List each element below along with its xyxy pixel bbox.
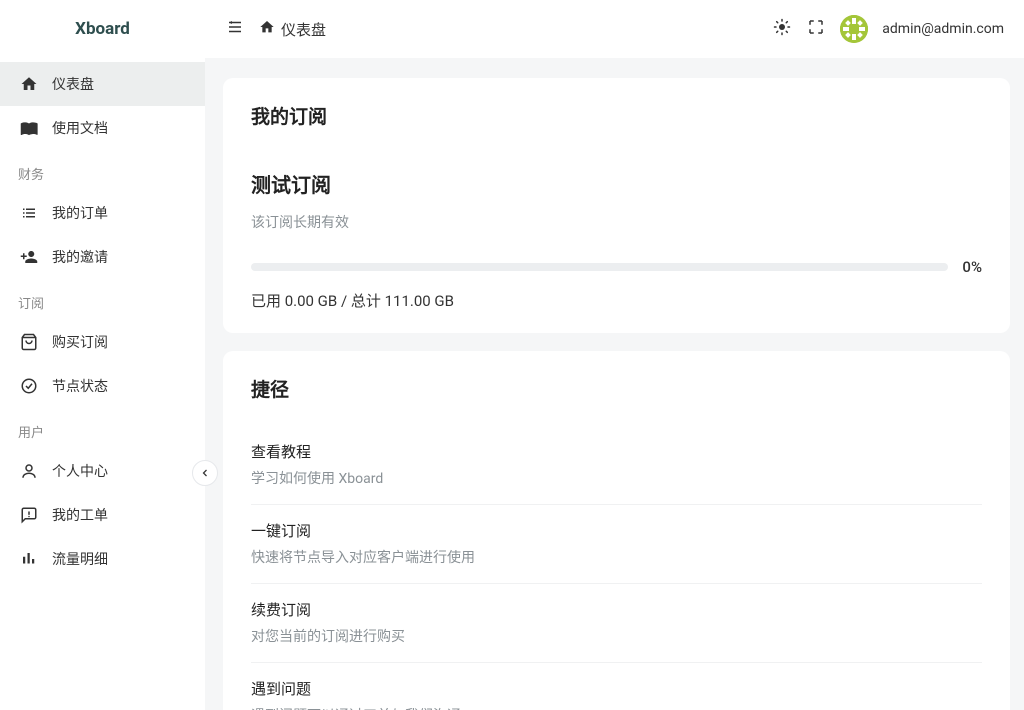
sidebar-item-label: 购买订阅: [52, 332, 108, 352]
subscription-card-title: 我的订阅: [251, 102, 982, 129]
subscription-card: 我的订阅 测试订阅 该订阅长期有效 0% 已用 0.00 GB / 总计 111…: [223, 78, 1010, 333]
sidebar-item-node-status[interactable]: 节点状态: [0, 364, 205, 408]
sidebar-item-profile[interactable]: 个人中心: [0, 449, 205, 493]
shortcut-title: 续费订阅: [251, 599, 982, 620]
shortcut-title: 遇到问题: [251, 678, 982, 699]
usage-text: 已用 0.00 GB / 总计 111.00 GB: [251, 290, 982, 311]
brand-logo: Xboard: [0, 0, 205, 58]
sidebar: Xboard 仪表盘 使用文档 财务 我的订单: [0, 0, 205, 710]
shortcut-title: 一键订阅: [251, 520, 982, 541]
sidebar-item-orders[interactable]: 我的订单: [0, 191, 205, 235]
sidebar-item-dashboard[interactable]: 仪表盘: [0, 62, 205, 106]
fullscreen-icon: [807, 18, 825, 40]
progress-percent: 0%: [962, 258, 982, 276]
message-icon: [20, 506, 38, 524]
breadcrumb-label: 仪表盘: [281, 19, 326, 40]
sun-icon: [773, 18, 791, 40]
shortcut-item-subscribe[interactable]: 一键订阅 快速将节点导入对应客户端进行使用: [251, 504, 982, 583]
shortcuts-card-title: 捷径: [251, 375, 982, 402]
shopping-bag-icon: [20, 333, 38, 351]
bar-chart-icon: [20, 550, 38, 568]
sidebar-item-label: 节点状态: [52, 376, 108, 396]
shortcut-title: 查看教程: [251, 441, 982, 462]
sidebar-nav: 仪表盘 使用文档 财务 我的订单 我的邀请 订阅: [0, 58, 205, 581]
chevron-left-icon: [199, 464, 211, 483]
shortcuts-card: 捷径 查看教程 学习如何使用 Xboard 一键订阅 快速将节点导入对应客户端进…: [223, 351, 1010, 710]
main-area: 仪表盘: [205, 0, 1024, 710]
content: 我的订阅 测试订阅 该订阅长期有效 0% 已用 0.00 GB / 总计 111…: [205, 58, 1024, 710]
sidebar-collapse-button[interactable]: [192, 460, 218, 486]
sidebar-item-label: 我的邀请: [52, 247, 108, 267]
user-email[interactable]: admin@admin.com: [882, 21, 1004, 37]
plan-subtitle: 该订阅长期有效: [251, 212, 982, 232]
check-circle-icon: [20, 377, 38, 395]
theme-toggle-button[interactable]: [772, 19, 792, 39]
shortcut-desc: 对您当前的订阅进行购买: [251, 626, 982, 646]
shortcut-item-support[interactable]: 遇到问题 遇到问题可以通过工单与我们沟通: [251, 662, 982, 710]
person-icon: [20, 462, 38, 480]
sidebar-item-label: 使用文档: [52, 118, 108, 138]
shortcut-item-renew[interactable]: 续费订阅 对您当前的订阅进行购买: [251, 583, 982, 662]
topbar: 仪表盘: [205, 0, 1024, 58]
progress-row: 0%: [251, 258, 982, 276]
breadcrumb: 仪表盘: [259, 19, 326, 40]
book-icon: [20, 119, 38, 137]
progress-bar: [251, 263, 948, 271]
sidebar-item-buy[interactable]: 购买订阅: [0, 320, 205, 364]
shortcut-desc: 遇到问题可以通过工单与我们沟通: [251, 705, 982, 710]
menu-collapse-icon: [226, 18, 244, 40]
sidebar-item-label: 我的订单: [52, 203, 108, 223]
sidebar-item-invites[interactable]: 我的邀请: [0, 235, 205, 279]
person-add-icon: [20, 248, 38, 266]
shortcut-desc: 学习如何使用 Xboard: [251, 468, 982, 488]
shortcut-item-tutorial[interactable]: 查看教程 学习如何使用 Xboard: [251, 426, 982, 504]
shortcut-list: 查看教程 学习如何使用 Xboard 一键订阅 快速将节点导入对应客户端进行使用…: [251, 426, 982, 710]
list-icon: [20, 204, 38, 222]
sidebar-item-label: 我的工单: [52, 505, 108, 525]
sidebar-group-subscription: 订阅: [0, 279, 205, 320]
sidebar-group-finance: 财务: [0, 150, 205, 191]
sidebar-item-label: 个人中心: [52, 461, 108, 481]
sidebar-item-tickets[interactable]: 我的工单: [0, 493, 205, 537]
avatar[interactable]: [840, 15, 868, 43]
plan-name: 测试订阅: [251, 169, 982, 198]
sidebar-item-label: 仪表盘: [52, 74, 94, 94]
fullscreen-button[interactable]: [806, 19, 826, 39]
sidebar-group-user: 用户: [0, 408, 205, 449]
home-icon: [20, 75, 38, 93]
home-icon: [259, 19, 275, 39]
sidebar-item-traffic[interactable]: 流量明细: [0, 537, 205, 581]
shortcut-desc: 快速将节点导入对应客户端进行使用: [251, 547, 982, 567]
sidebar-item-docs[interactable]: 使用文档: [0, 106, 205, 150]
sidebar-item-label: 流量明细: [52, 549, 108, 569]
menu-toggle-button[interactable]: [225, 19, 245, 39]
